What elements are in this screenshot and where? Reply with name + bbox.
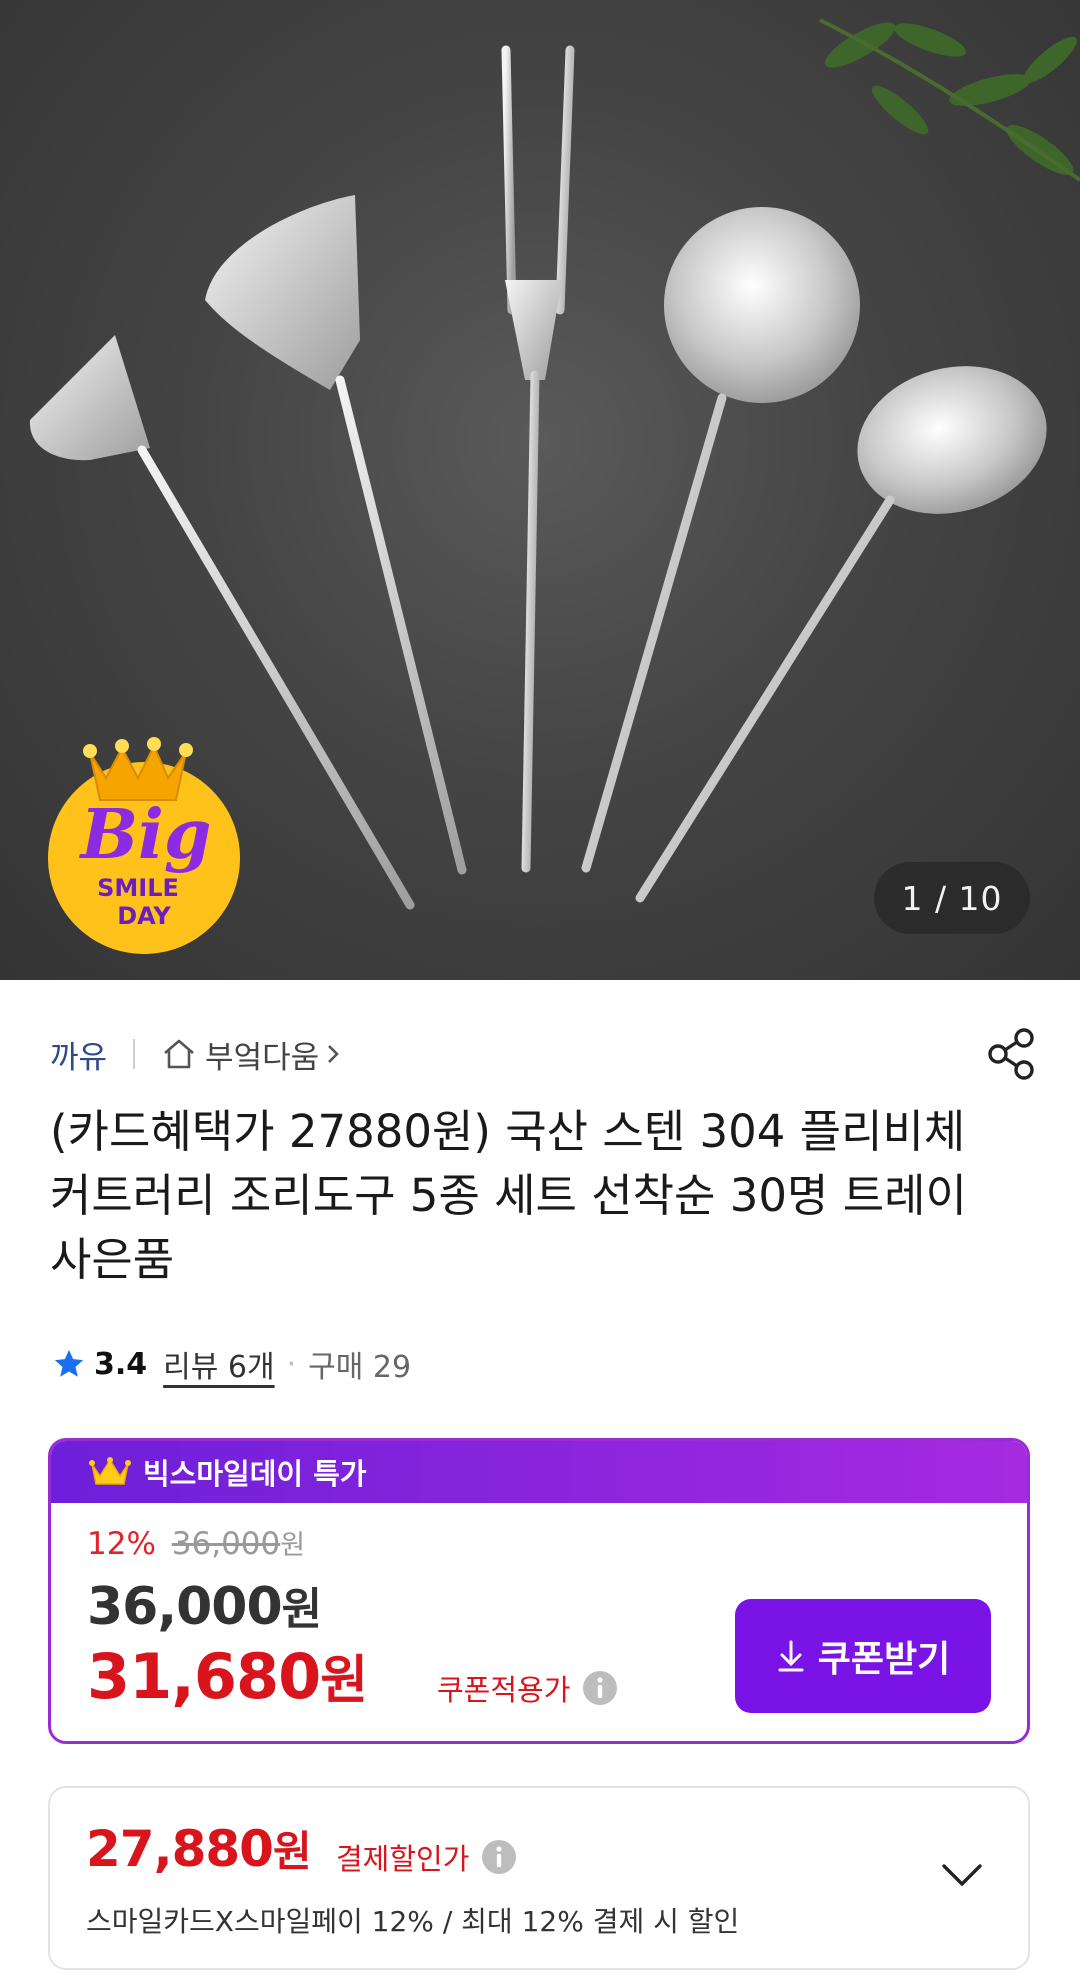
separator-dot: · [286,1346,297,1382]
sale-price-value: 36,000 [87,1577,283,1637]
rating-row: 3.4 리뷰 6개 · 구매 29 [52,1340,411,1388]
image-counter: 1 / 10 [874,862,1030,934]
payment-price-value: 27,880 [86,1820,274,1878]
star-icon [54,1349,84,1377]
seller-divider [133,1039,136,1069]
badge-smile-text: SMILE [97,874,179,902]
coupon-label-text: 쿠폰적용가 [437,1673,571,1707]
payment-discount-card[interactable]: 27,880원 결제할인가 스마일카드X스마일페이 12% / 최대 12% 결… [48,1786,1030,1970]
coupon-price-label: 쿠폰적용가 [437,1667,618,1709]
sale-price-unit: 원 [281,1584,322,1635]
chevron-right-icon [328,1045,339,1063]
store-name: 부엌다움 [205,1039,320,1076]
product-image-gallery[interactable]: Big SMILE DAY 1 / 10 [0,0,1080,980]
sale-price: 36,000원 [87,1573,322,1637]
original-price-unit: 원 [280,1530,306,1561]
coupon-price: 31,680원 [87,1638,368,1713]
promo-price-card: 빅스마일데이 특가 12% 36,000원 36,000원 31,680원 쿠폰… [48,1438,1030,1744]
original-price: 36,000 [171,1526,281,1562]
payment-price: 27,880원 [86,1818,312,1879]
download-icon [778,1640,804,1672]
rating-score: 3.4 [94,1346,148,1382]
badge-day-text: DAY [117,902,171,930]
review-count-link[interactable]: 리뷰 6개 [163,1342,274,1386]
promo-header: 빅스마일데이 특가 [51,1441,1027,1503]
home-icon [164,1039,194,1069]
get-coupon-label: 쿠폰받기 [817,1639,951,1680]
payment-description: 스마일카드X스마일페이 12% / 최대 12% 결제 시 할인 [86,1905,740,1938]
crown-icon [89,1457,131,1485]
info-icon[interactable] [481,1839,517,1875]
badge-big-text: Big [79,795,212,875]
discount-line: 12% 36,000원 [87,1523,305,1562]
payment-price-label: 결제할인가 [336,1836,517,1878]
product-title: (카드혜택가 27880원) 국산 스텐 304 플리비체 커트러리 조리도구 … [50,1105,967,1286]
brand-link[interactable]: 까유 [50,1032,107,1077]
payment-price-unit: 원 [272,1827,312,1876]
purchase-count: 구매 29 [308,1350,412,1385]
big-smile-day-badge: Big SMILE DAY [48,737,240,954]
promo-title: 빅스마일데이 특가 [143,1457,367,1491]
coupon-price-unit: 원 [320,1651,368,1711]
coupon-price-value: 31,680 [87,1640,321,1713]
chevron-down-icon[interactable] [940,1860,984,1890]
store-link[interactable]: 부엌다움 [161,1032,351,1077]
get-coupon-button[interactable]: 쿠폰받기 [735,1599,991,1713]
payment-label-text: 결제할인가 [336,1842,470,1876]
info-icon[interactable] [582,1670,618,1706]
discount-percent: 12% [87,1526,156,1562]
share-icon[interactable] [984,1026,1040,1082]
seller-row: 까유 부엌다움 [50,1026,1040,1082]
